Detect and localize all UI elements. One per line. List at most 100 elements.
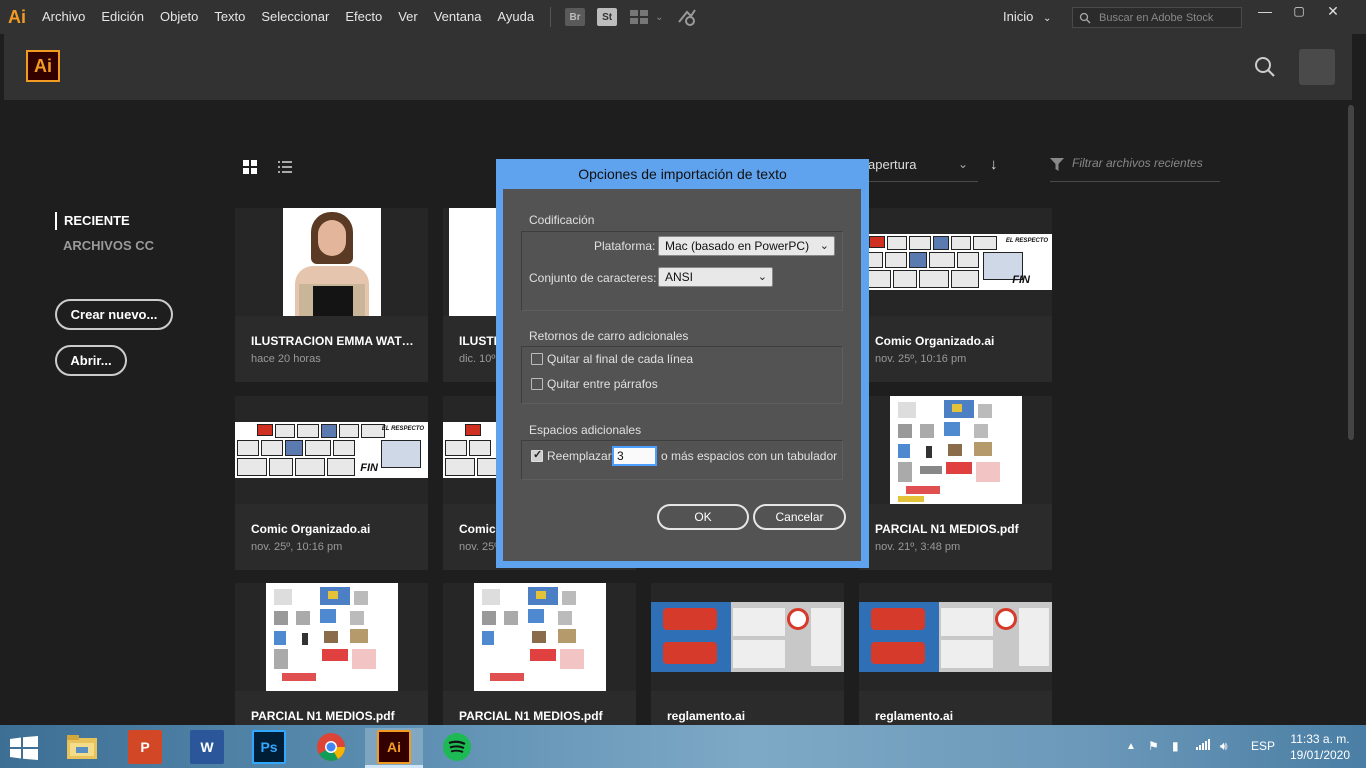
- menu-edicion[interactable]: Edición: [93, 0, 152, 34]
- photoshop-icon[interactable]: Ps: [252, 730, 286, 764]
- sort-dropdown[interactable]: apertura: [868, 157, 916, 172]
- word-icon[interactable]: W: [190, 730, 224, 764]
- stock-icon[interactable]: St: [597, 8, 618, 26]
- filter-input[interactable]: Filtrar archivos recientes: [1050, 156, 1220, 182]
- dialog-body: Codificación Plataforma: Mac (basado en …: [503, 189, 861, 561]
- space-count-input[interactable]: 3: [612, 446, 657, 466]
- replace-checkbox[interactable]: [531, 448, 543, 462]
- replace-label[interactable]: Reemplazar: [547, 449, 612, 463]
- file-name: PARCIAL N1 MEDIOS.pdf: [251, 709, 395, 723]
- volume-icon[interactable]: 🔊︎: [1220, 725, 1228, 768]
- show-hidden-icons[interactable]: ▲: [1126, 725, 1136, 768]
- file-explorer-icon[interactable]: [65, 730, 99, 764]
- file-thumbnail: EL RESPECTO FIN: [859, 208, 1052, 316]
- cancel-button[interactable]: Cancelar: [753, 504, 846, 530]
- avatar[interactable]: [1299, 49, 1335, 85]
- file-card[interactable]: PARCIAL N1 MEDIOS.pdf: [443, 583, 636, 725]
- file-date: hace 20 horas: [251, 353, 321, 365]
- wifi-icon[interactable]: [1196, 725, 1210, 768]
- file-thumbnail: [859, 396, 1052, 504]
- illustrator-taskbar-icon[interactable]: Ai: [377, 730, 411, 764]
- grid-view-icon[interactable]: [243, 160, 257, 174]
- charset-value: ANSI: [665, 270, 694, 284]
- chevron-down-icon[interactable]: ⌄: [655, 12, 663, 23]
- taskbar: P W Ps ▲ ⚑ ▮ 🔊︎ ESP: [0, 725, 1366, 768]
- create-new-button[interactable]: Crear nuevo...: [55, 299, 173, 330]
- menu-objeto[interactable]: Objeto: [152, 0, 206, 34]
- arrange-documents-icon[interactable]: [629, 8, 649, 26]
- parcial-thumbnail: [473, 583, 606, 691]
- nav-cc-files[interactable]: ARCHIVOS CC: [63, 238, 154, 253]
- platform-value: Mac (basado en PowerPC): [665, 239, 810, 253]
- home-header: Ai: [4, 34, 1352, 100]
- list-view-icon[interactable]: [278, 160, 292, 174]
- file-name: reglamento.ai: [875, 709, 954, 723]
- remove-eol-label[interactable]: Quitar al final de cada línea: [547, 352, 693, 366]
- comic-end-text: FIN: [1012, 274, 1030, 286]
- text-import-dialog: Opciones de importación de texto Codific…: [496, 159, 869, 568]
- chrome-icon[interactable]: [314, 730, 348, 764]
- spotify-icon[interactable]: [440, 730, 474, 764]
- flag-icon[interactable]: ⚑: [1148, 725, 1159, 768]
- file-date: nov. 25º, 10:16 pm: [875, 353, 967, 365]
- comic-end-text: FIN: [360, 462, 378, 474]
- file-date: nov. 25º: [459, 541, 499, 553]
- file-name: ILUSTRACION EMMA WATSON.ai: [251, 334, 417, 348]
- file-card[interactable]: EL RESPECTO FIN Comic Organizado.ai nov.…: [859, 208, 1052, 382]
- comic-thumbnail: EL RESPECTO FIN: [235, 422, 428, 478]
- charset-label: Conjunto de caracteres:: [529, 271, 657, 285]
- open-button[interactable]: Abrir...: [55, 345, 127, 376]
- sort-underline: [868, 181, 978, 182]
- menu-divider: [550, 7, 552, 27]
- menu-ayuda[interactable]: Ayuda: [489, 0, 542, 34]
- stock-search-input[interactable]: Buscar en Adobe Stock: [1072, 7, 1242, 28]
- app-icon[interactable]: Ai: [0, 7, 34, 28]
- bridge-icon[interactable]: Br: [565, 8, 586, 26]
- file-card[interactable]: PARCIAL N1 MEDIOS.pdf: [235, 583, 428, 725]
- encoding-group-label: Codificación: [529, 213, 595, 227]
- file-card[interactable]: reglamento.ai: [651, 583, 844, 725]
- nav-recent[interactable]: RECIENTE: [55, 212, 130, 230]
- dialog-title[interactable]: Opciones de importación de texto: [496, 159, 869, 189]
- menu-ver[interactable]: Ver: [390, 0, 426, 34]
- remove-between-checkbox[interactable]: [531, 378, 543, 390]
- file-thumbnail: [235, 583, 428, 691]
- file-card[interactable]: reglamento.ai: [859, 583, 1052, 725]
- file-name: Comic Organizado.ai: [875, 334, 995, 348]
- gpu-performance-icon[interactable]: [677, 8, 697, 26]
- powerpoint-icon[interactable]: P: [128, 730, 162, 764]
- scrollbar-thumb[interactable]: [1348, 105, 1354, 440]
- menu-ventana[interactable]: Ventana: [426, 0, 490, 34]
- sort-direction-icon[interactable]: ↓: [990, 156, 998, 173]
- menu-seleccionar[interactable]: Seleccionar: [253, 0, 337, 34]
- comic-title-text: EL RESPECTO: [381, 426, 424, 432]
- minimize-button[interactable]: —: [1248, 0, 1282, 24]
- file-name: reglamento.ai: [667, 709, 746, 723]
- file-name: Comic Organizado.ai: [251, 522, 371, 536]
- file-card[interactable]: PARCIAL N1 MEDIOS.pdf nov. 21º, 3:48 pm: [859, 396, 1052, 570]
- platform-select[interactable]: Mac (basado en PowerPC) ⌄: [658, 236, 835, 256]
- battery-icon[interactable]: ▮: [1172, 725, 1179, 768]
- chevron-down-icon[interactable]: ⌄: [958, 157, 968, 171]
- close-button[interactable]: ✕: [1316, 0, 1350, 24]
- workspace-switcher[interactable]: Inicio ⌄: [1003, 0, 1051, 36]
- menu-texto[interactable]: Texto: [206, 0, 253, 34]
- parcial-thumbnail: [265, 583, 398, 691]
- file-card[interactable]: ILUSTRACION EMMA WATSON.ai hace 20 horas: [235, 208, 428, 382]
- file-card[interactable]: EL RESPECTO FIN Comic Organizado.ai nov.…: [235, 396, 428, 570]
- clock[interactable]: 11:33 a. m. 19/01/2020: [1285, 731, 1355, 763]
- remove-eol-checkbox[interactable]: [531, 353, 543, 365]
- windows-start-icon[interactable]: [10, 736, 38, 760]
- search-icon[interactable]: [1254, 56, 1276, 78]
- replace-suffix: o más espacios con un tabulador: [661, 449, 838, 463]
- language-indicator[interactable]: ESP: [1251, 725, 1275, 768]
- menu-archivo[interactable]: Archivo: [34, 0, 93, 34]
- file-thumbnail: [443, 583, 636, 691]
- charset-select[interactable]: ANSI ⌄: [658, 267, 773, 287]
- remove-between-label[interactable]: Quitar entre párrafos: [547, 377, 658, 391]
- file-thumbnail: EL RESPECTO FIN: [235, 396, 428, 504]
- menu-efecto[interactable]: Efecto: [337, 0, 390, 34]
- file-date: nov. 21º, 3:48 pm: [875, 541, 961, 553]
- ok-button[interactable]: OK: [657, 504, 749, 530]
- restore-button[interactable]: ▢: [1282, 0, 1316, 24]
